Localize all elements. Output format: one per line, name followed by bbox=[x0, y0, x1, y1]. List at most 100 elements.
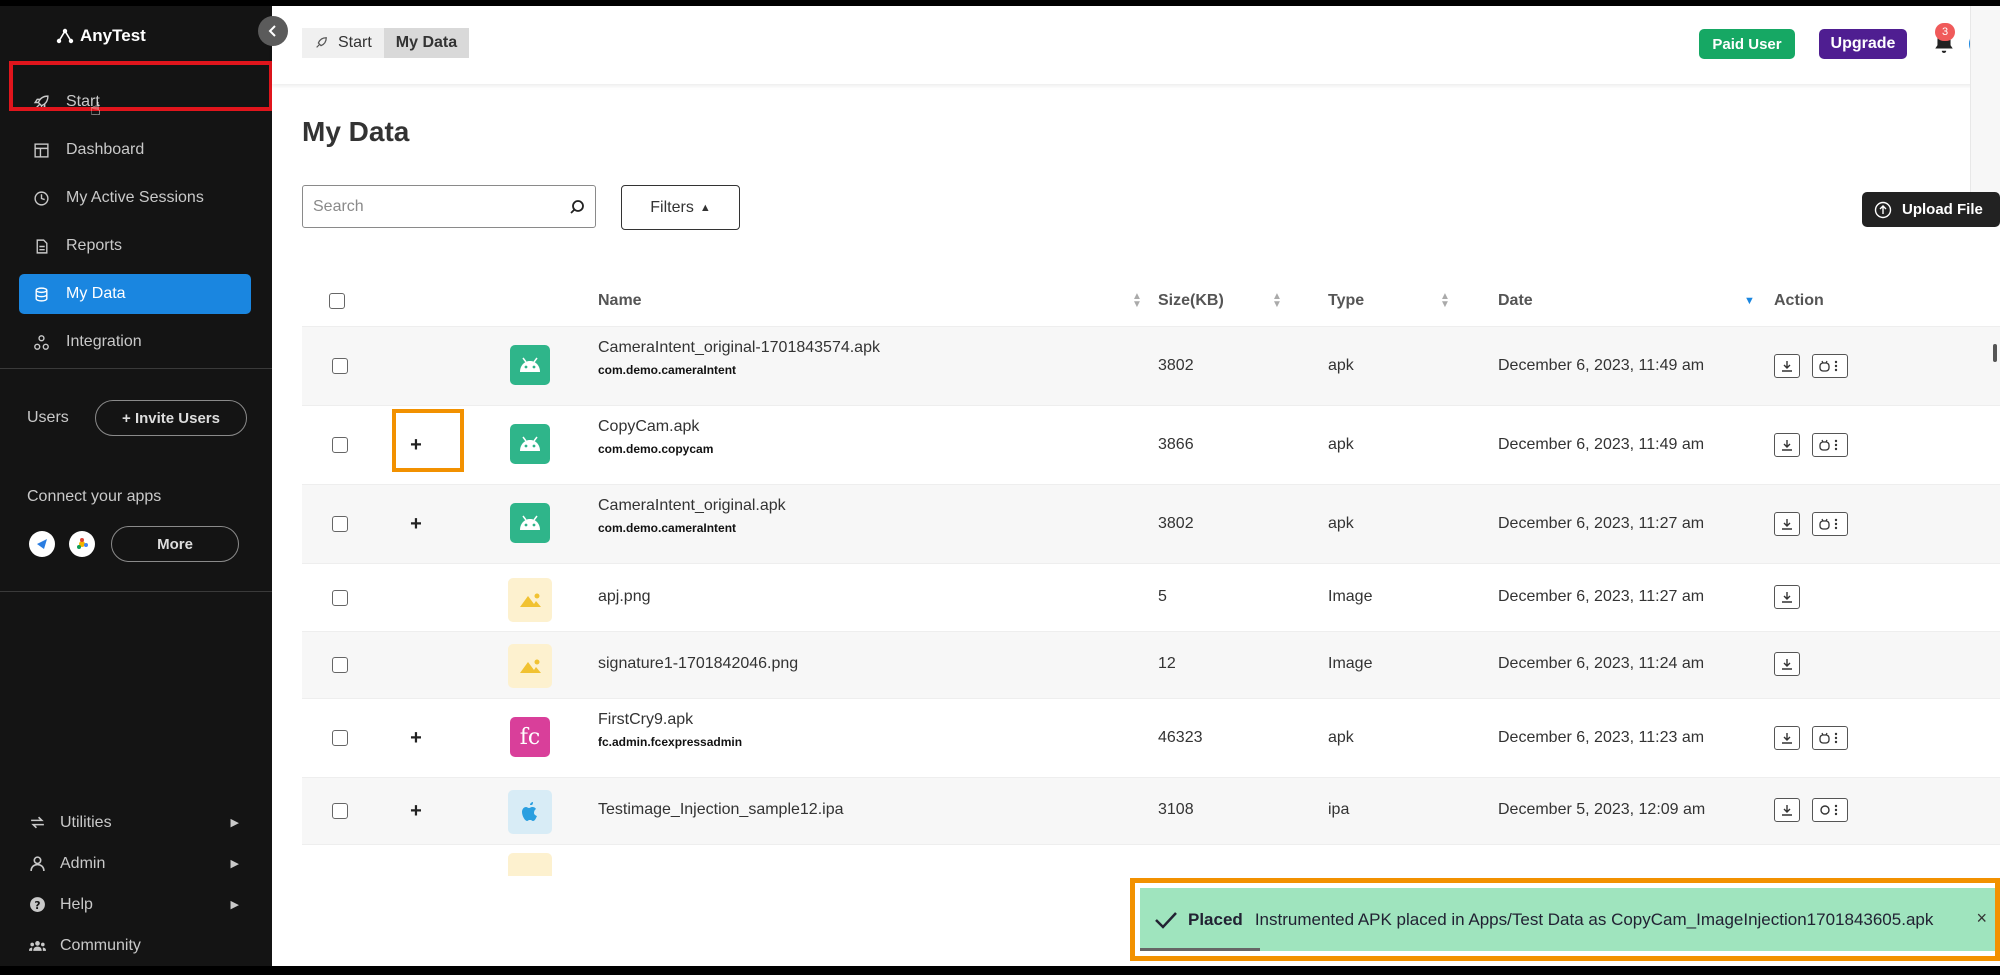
file-name[interactable]: CameraIntent_original-1701843574.apk bbox=[598, 339, 880, 357]
download-button[interactable] bbox=[1774, 585, 1800, 609]
table-row[interactable] bbox=[302, 844, 2000, 876]
instrument-menu-button[interactable] bbox=[1812, 433, 1848, 457]
sort-desc-icon[interactable]: ▼ bbox=[1744, 295, 1755, 307]
row-checkbox[interactable] bbox=[332, 590, 348, 606]
column-header-name[interactable]: Name bbox=[598, 292, 642, 310]
check-icon bbox=[1155, 911, 1177, 929]
column-label: Name bbox=[598, 292, 642, 309]
breadcrumb-start[interactable]: Start bbox=[302, 28, 384, 58]
more-apps-button[interactable]: More bbox=[111, 526, 239, 562]
sidebar-item-label: My Data bbox=[66, 285, 126, 302]
download-button[interactable] bbox=[1774, 512, 1800, 536]
caret-up-icon: ▲ bbox=[699, 201, 711, 214]
upload-file-button[interactable]: Upload File bbox=[1862, 192, 2000, 227]
pointer-cursor-icon: ☝ bbox=[90, 99, 101, 119]
bug-more-icon bbox=[1819, 439, 1838, 451]
connected-app-icon[interactable] bbox=[29, 531, 55, 557]
table-row[interactable]: + CameraIntent_original.apk com.demo.cam… bbox=[302, 484, 2000, 563]
column-header-type[interactable]: Type bbox=[1328, 292, 1364, 310]
download-button[interactable] bbox=[1774, 433, 1800, 457]
sidebar-item-help[interactable]: ? Help ▶ bbox=[29, 884, 239, 925]
image-icon bbox=[508, 853, 552, 876]
sidebar-item-my-data[interactable]: My Data bbox=[19, 274, 251, 314]
sidebar-bottom-nav: Utilities ▶ Admin ▶ ? Help ▶ Community bbox=[29, 802, 239, 966]
column-label: Type bbox=[1328, 292, 1365, 309]
table-row[interactable]: signature1-1701842046.png 12 Image Decem… bbox=[302, 631, 2000, 698]
add-icon[interactable]: + bbox=[402, 510, 430, 538]
breadcrumb-my-data[interactable]: My Data bbox=[383, 28, 470, 58]
sidebar-item-reports[interactable]: Reports bbox=[19, 226, 251, 266]
file-name[interactable]: Testimage_Injection_sample12.ipa bbox=[598, 801, 843, 819]
add-icon[interactable]: + bbox=[402, 797, 430, 825]
file-name[interactable]: apj.png bbox=[598, 588, 651, 606]
column-header-date[interactable]: Date bbox=[1498, 292, 1533, 310]
instrument-menu-button[interactable] bbox=[1812, 354, 1848, 378]
invite-users-button[interactable]: + Invite Users bbox=[95, 400, 247, 436]
upgrade-button[interactable]: Upgrade bbox=[1819, 29, 1907, 59]
download-button[interactable] bbox=[1774, 798, 1800, 822]
row-checkbox[interactable] bbox=[332, 730, 348, 746]
table-row[interactable]: + CopyCam.apk com.demo.copycam 3866 apk … bbox=[302, 405, 2000, 484]
column-label: Action bbox=[1774, 292, 1824, 309]
download-icon bbox=[1782, 440, 1792, 451]
column-header-action: Action bbox=[1774, 292, 1824, 310]
select-all-checkbox[interactable] bbox=[329, 293, 345, 309]
sidebar-item-dashboard[interactable]: Dashboard bbox=[19, 130, 251, 170]
download-button[interactable] bbox=[1774, 652, 1800, 676]
row-checkbox[interactable] bbox=[332, 657, 348, 673]
connect-apps-label: Connect your apps bbox=[27, 488, 162, 505]
download-button[interactable] bbox=[1774, 354, 1800, 378]
row-checkbox[interactable] bbox=[332, 516, 348, 532]
sort-icon[interactable]: ▲ ▼ bbox=[1132, 292, 1142, 310]
instrument-menu-button[interactable] bbox=[1812, 798, 1848, 822]
table-scrollbar[interactable] bbox=[1993, 344, 1997, 362]
collapse-sidebar-button[interactable] bbox=[258, 16, 288, 46]
sidebar-item-label: Reports bbox=[66, 237, 123, 254]
search-input[interactable] bbox=[313, 197, 553, 216]
sort-icon[interactable]: ▲ ▼ bbox=[1272, 292, 1282, 310]
sidebar-item-integration[interactable]: Integration bbox=[19, 322, 251, 362]
table-row[interactable]: + Testimage_Injection_sample12.ipa 3108 … bbox=[302, 777, 2000, 844]
table-row[interactable]: CameraIntent_original-1701843574.apk com… bbox=[302, 326, 2000, 405]
app-logo[interactable]: AnyTest bbox=[56, 26, 146, 46]
file-name[interactable]: CopyCam.apk bbox=[598, 418, 713, 436]
instrument-menu-button[interactable] bbox=[1812, 726, 1848, 750]
breadcrumb-label: Start bbox=[338, 34, 372, 51]
table-row[interactable]: apj.png 5 Image December 6, 2023, 11:27 … bbox=[302, 563, 2000, 631]
image-icon bbox=[508, 578, 552, 622]
dashboard-icon bbox=[34, 142, 49, 158]
instrument-menu-button[interactable] bbox=[1812, 512, 1848, 536]
chevron-left-icon bbox=[268, 25, 276, 37]
sidebar-item-label: My Active Sessions bbox=[66, 189, 204, 206]
breadcrumb: Start My Data bbox=[302, 28, 470, 58]
sort-icon[interactable]: ▲ ▼ bbox=[1440, 292, 1450, 310]
add-icon[interactable]: + bbox=[402, 724, 430, 752]
file-date: December 6, 2023, 11:49 am bbox=[1498, 436, 1705, 453]
sidebar-item-utilities[interactable]: Utilities ▶ bbox=[29, 802, 239, 843]
users-row: Users + Invite Users bbox=[27, 400, 247, 436]
svg-text:?: ? bbox=[34, 899, 40, 912]
sidebar-item-community[interactable]: Community bbox=[29, 925, 239, 966]
sidebar-item-admin[interactable]: Admin ▶ bbox=[29, 843, 239, 884]
sidebar-item-active-sessions[interactable]: My Active Sessions bbox=[19, 178, 251, 218]
filters-button[interactable]: Filters ▲ bbox=[621, 185, 740, 230]
filters-label: Filters bbox=[650, 198, 694, 216]
file-name[interactable]: FirstCry9.apk bbox=[598, 711, 742, 729]
bug-more-icon bbox=[1819, 360, 1838, 372]
row-checkbox[interactable] bbox=[332, 358, 348, 374]
search-icon[interactable] bbox=[569, 199, 585, 215]
column-label: Size(KB) bbox=[1158, 292, 1224, 309]
file-type: apk bbox=[1328, 357, 1354, 374]
download-icon bbox=[1782, 733, 1792, 744]
row-checkbox[interactable] bbox=[332, 437, 348, 453]
apple-icon bbox=[508, 790, 552, 834]
file-name[interactable]: CameraIntent_original.apk bbox=[598, 497, 786, 515]
sidebar-item-label: Admin bbox=[60, 854, 106, 872]
row-checkbox[interactable] bbox=[332, 803, 348, 819]
file-name[interactable]: signature1-1701842046.png bbox=[598, 655, 798, 673]
close-icon[interactable]: × bbox=[1976, 908, 1987, 929]
connected-app-icon[interactable] bbox=[69, 531, 95, 557]
column-header-size[interactable]: Size(KB) bbox=[1158, 292, 1224, 310]
download-button[interactable] bbox=[1774, 726, 1800, 750]
table-row[interactable]: + fc FirstCry9.apk fc.admin.fcexpressadm… bbox=[302, 698, 2000, 777]
